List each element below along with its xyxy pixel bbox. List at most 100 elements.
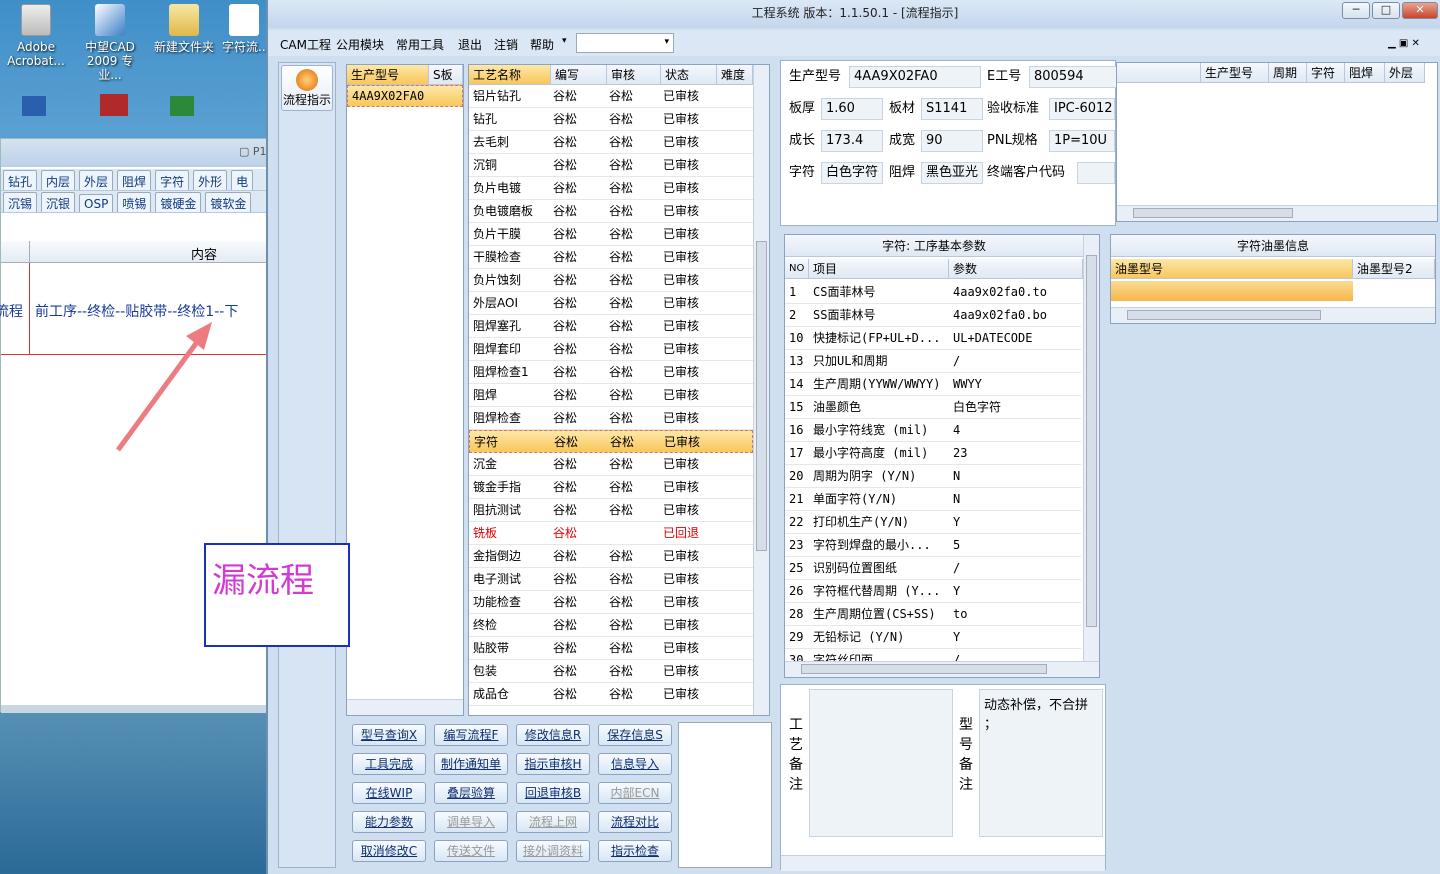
process-row[interactable]: 阻焊套印 谷松 谷松 已审核 (469, 338, 753, 361)
action-button[interactable]: 修改信息R (516, 724, 590, 746)
param-row[interactable]: 23 字符到焊盘的最小... 5 (785, 534, 1081, 557)
process-row[interactable]: 沉铜 谷松 谷松 已审核 (469, 154, 753, 177)
action-button[interactable]: 传送文件 (434, 840, 508, 862)
process-row[interactable]: 功能检查 谷松 谷松 已审核 (469, 591, 753, 614)
param-row[interactable]: 16 最小字符线宽 (mil) 4 (785, 419, 1081, 442)
action-button[interactable]: 能力参数 (352, 811, 426, 833)
close-button[interactable]: ✕ (1402, 2, 1438, 19)
process-row[interactable]: 铝片钻孔 谷松 谷松 已审核 (469, 85, 753, 108)
param-row[interactable]: 26 字符框代替周期 (Y... Y (785, 580, 1081, 603)
no-header[interactable]: NO (785, 259, 809, 279)
action-button[interactable]: 内部ECN (598, 782, 672, 804)
params-scrollbar-v[interactable] (1083, 235, 1099, 661)
action-button[interactable]: 保存信息S (598, 724, 672, 746)
grid-char-header[interactable]: 字符 (1307, 63, 1345, 83)
grid-cycle-header[interactable]: 周期 (1269, 63, 1307, 83)
process-row[interactable]: 成品仓 谷松 谷松 已审核 (469, 683, 753, 706)
param-row[interactable]: 22 打印机生产(Y/N) Y (785, 511, 1081, 534)
process-row[interactable]: 电子测试 谷松 谷松 已审核 (469, 568, 753, 591)
param-row[interactable]: 28 生产周期位置(CS+SS) to (785, 603, 1081, 626)
process-row[interactable]: 负片蚀刻 谷松 谷松 已审核 (469, 269, 753, 292)
model-list-scrollbar[interactable] (347, 699, 463, 715)
param-row[interactable]: 14 生产周期(YYWW/WWYY) WWYY (785, 373, 1081, 396)
process-row[interactable]: 负片干膜 谷松 谷松 已审核 (469, 223, 753, 246)
process-row[interactable]: 铣板 谷松 已回退 (469, 522, 753, 545)
model-item[interactable]: 4AA9X02FA0 (347, 85, 463, 107)
action-button[interactable]: 信息导入 (598, 753, 672, 775)
chevron-down-icon[interactable]: ▾ (562, 36, 567, 46)
process-row[interactable]: 负电镀磨板 谷松 谷松 已审核 (469, 200, 753, 223)
process-row[interactable]: 外层AOI 谷松 谷松 已审核 (469, 292, 753, 315)
item-header[interactable]: 项目 (809, 259, 949, 279)
process-name-header[interactable]: 工艺名称 (469, 65, 551, 85)
ink-row[interactable] (1111, 281, 1353, 301)
maximize-button[interactable]: □ (1372, 2, 1400, 19)
process-row[interactable]: 钻孔 谷松 谷松 已审核 (469, 108, 753, 131)
param-row[interactable]: 25 识别码位置图纸 / (785, 557, 1081, 580)
process-remark-field[interactable] (809, 689, 953, 837)
menu-public[interactable]: 公用模块 (336, 36, 384, 53)
action-button[interactable]: 流程对比 (598, 811, 672, 833)
process-row[interactable]: 阻焊 谷松 谷松 已审核 (469, 384, 753, 407)
customer-code-field[interactable] (1077, 162, 1115, 184)
writer-header[interactable]: 编写 (551, 65, 607, 85)
param-header[interactable]: 参数 (949, 259, 1083, 279)
status-header[interactable]: 状态 (661, 65, 717, 85)
process-row[interactable]: 镀金手指 谷松 谷松 已审核 (469, 476, 753, 499)
reviewer-header[interactable]: 审核 (607, 65, 661, 85)
sidebar-item-flow[interactable]: 流程指示 (281, 65, 333, 111)
process-row[interactable]: 阻抗测试 谷松 谷松 已审核 (469, 499, 753, 522)
process-row[interactable]: 阻焊塞孔 谷松 谷松 已审核 (469, 315, 753, 338)
process-row[interactable]: 负片电镀 谷松 谷松 已审核 (469, 177, 753, 200)
mask-field[interactable]: 黑色亚光 (921, 162, 983, 184)
param-row[interactable]: 20 周期为阴字 (Y/N) N (785, 465, 1081, 488)
action-button[interactable]: 回退审核B (516, 782, 590, 804)
menu-dropdown[interactable]: ▾ (576, 33, 674, 53)
process-row[interactable]: 去毛刺 谷松 谷松 已审核 (469, 131, 753, 154)
width-field[interactable]: 90 (921, 130, 983, 152)
action-button[interactable]: 工具完成 (352, 753, 426, 775)
action-button[interactable]: 叠层验算 (434, 782, 508, 804)
param-row[interactable]: 1 CS面菲林号 4aa9x02fa0.to (785, 281, 1081, 304)
process-row[interactable]: 干膜检查 谷松 谷松 已审核 (469, 246, 753, 269)
process-row[interactable]: 终检 谷松 谷松 已审核 (469, 614, 753, 637)
model-remark-field[interactable]: 动态补偿，不合拼 ； (979, 689, 1103, 837)
thickness-field[interactable]: 1.60 (821, 98, 883, 120)
menu-tools[interactable]: 常用工具 (396, 36, 444, 53)
material-field[interactable]: S1141 (921, 98, 983, 120)
process-row[interactable]: 贴胶带 谷松 谷松 已审核 (469, 637, 753, 660)
param-row[interactable]: 13 只加UL和周期 / (785, 350, 1081, 373)
action-button[interactable]: 型号查询X (352, 724, 426, 746)
action-button[interactable]: 取消修改C (352, 840, 426, 862)
model-header[interactable]: 生产型号 (347, 65, 429, 85)
s-board-header[interactable]: S板 (429, 65, 463, 85)
menu-exit[interactable]: 退出 (458, 36, 482, 53)
minimize-button[interactable]: ─ (1342, 2, 1370, 19)
difficulty-header[interactable]: 难度 (717, 65, 753, 85)
menu-help[interactable]: 帮助 (530, 36, 554, 53)
param-row[interactable]: 10 快捷标记(FP+UL+D... UL+DATECODE (785, 327, 1081, 350)
grid-outer-header[interactable]: 外层 (1385, 63, 1425, 83)
process-row[interactable]: 字符 谷松 谷松 已审核 (469, 430, 753, 453)
grid-mask-header[interactable]: 阻焊 (1345, 63, 1385, 83)
action-button[interactable]: 接外调资料 (516, 840, 590, 862)
action-button[interactable]: 指示检查 (598, 840, 672, 862)
process-row[interactable]: 沉金 谷松 谷松 已审核 (469, 453, 753, 476)
remarks-scrollbar[interactable] (781, 855, 1105, 871)
process-row[interactable]: 金指倒边 谷松 谷松 已审核 (469, 545, 753, 568)
action-button[interactable]: 编写流程F (434, 724, 508, 746)
action-button[interactable]: 在线WIP (352, 782, 426, 804)
process-row[interactable]: 阻焊检查1 谷松 谷松 已审核 (469, 361, 753, 384)
char-field[interactable]: 白色字符 (821, 162, 883, 184)
process-row[interactable]: 包装 谷松 谷松 已审核 (469, 660, 753, 683)
mdi-controls[interactable]: ▁ ▣ ✕ (1388, 38, 1420, 49)
ink-scrollbar[interactable] (1111, 307, 1435, 323)
process-row[interactable]: 阻焊检查 谷松 谷松 已审核 (469, 407, 753, 430)
length-field[interactable]: 173.4 (821, 130, 883, 152)
right-grid-scrollbar[interactable] (1117, 205, 1437, 221)
standard-field[interactable]: IPC-6012 (1049, 98, 1115, 120)
action-button[interactable]: 流程上网 (516, 811, 590, 833)
menu-logout[interactable]: 注销 (494, 36, 518, 53)
ink-model2-header[interactable]: 油墨型号2 (1353, 259, 1435, 279)
param-row[interactable]: 17 最小字符高度 (mil) 23 (785, 442, 1081, 465)
